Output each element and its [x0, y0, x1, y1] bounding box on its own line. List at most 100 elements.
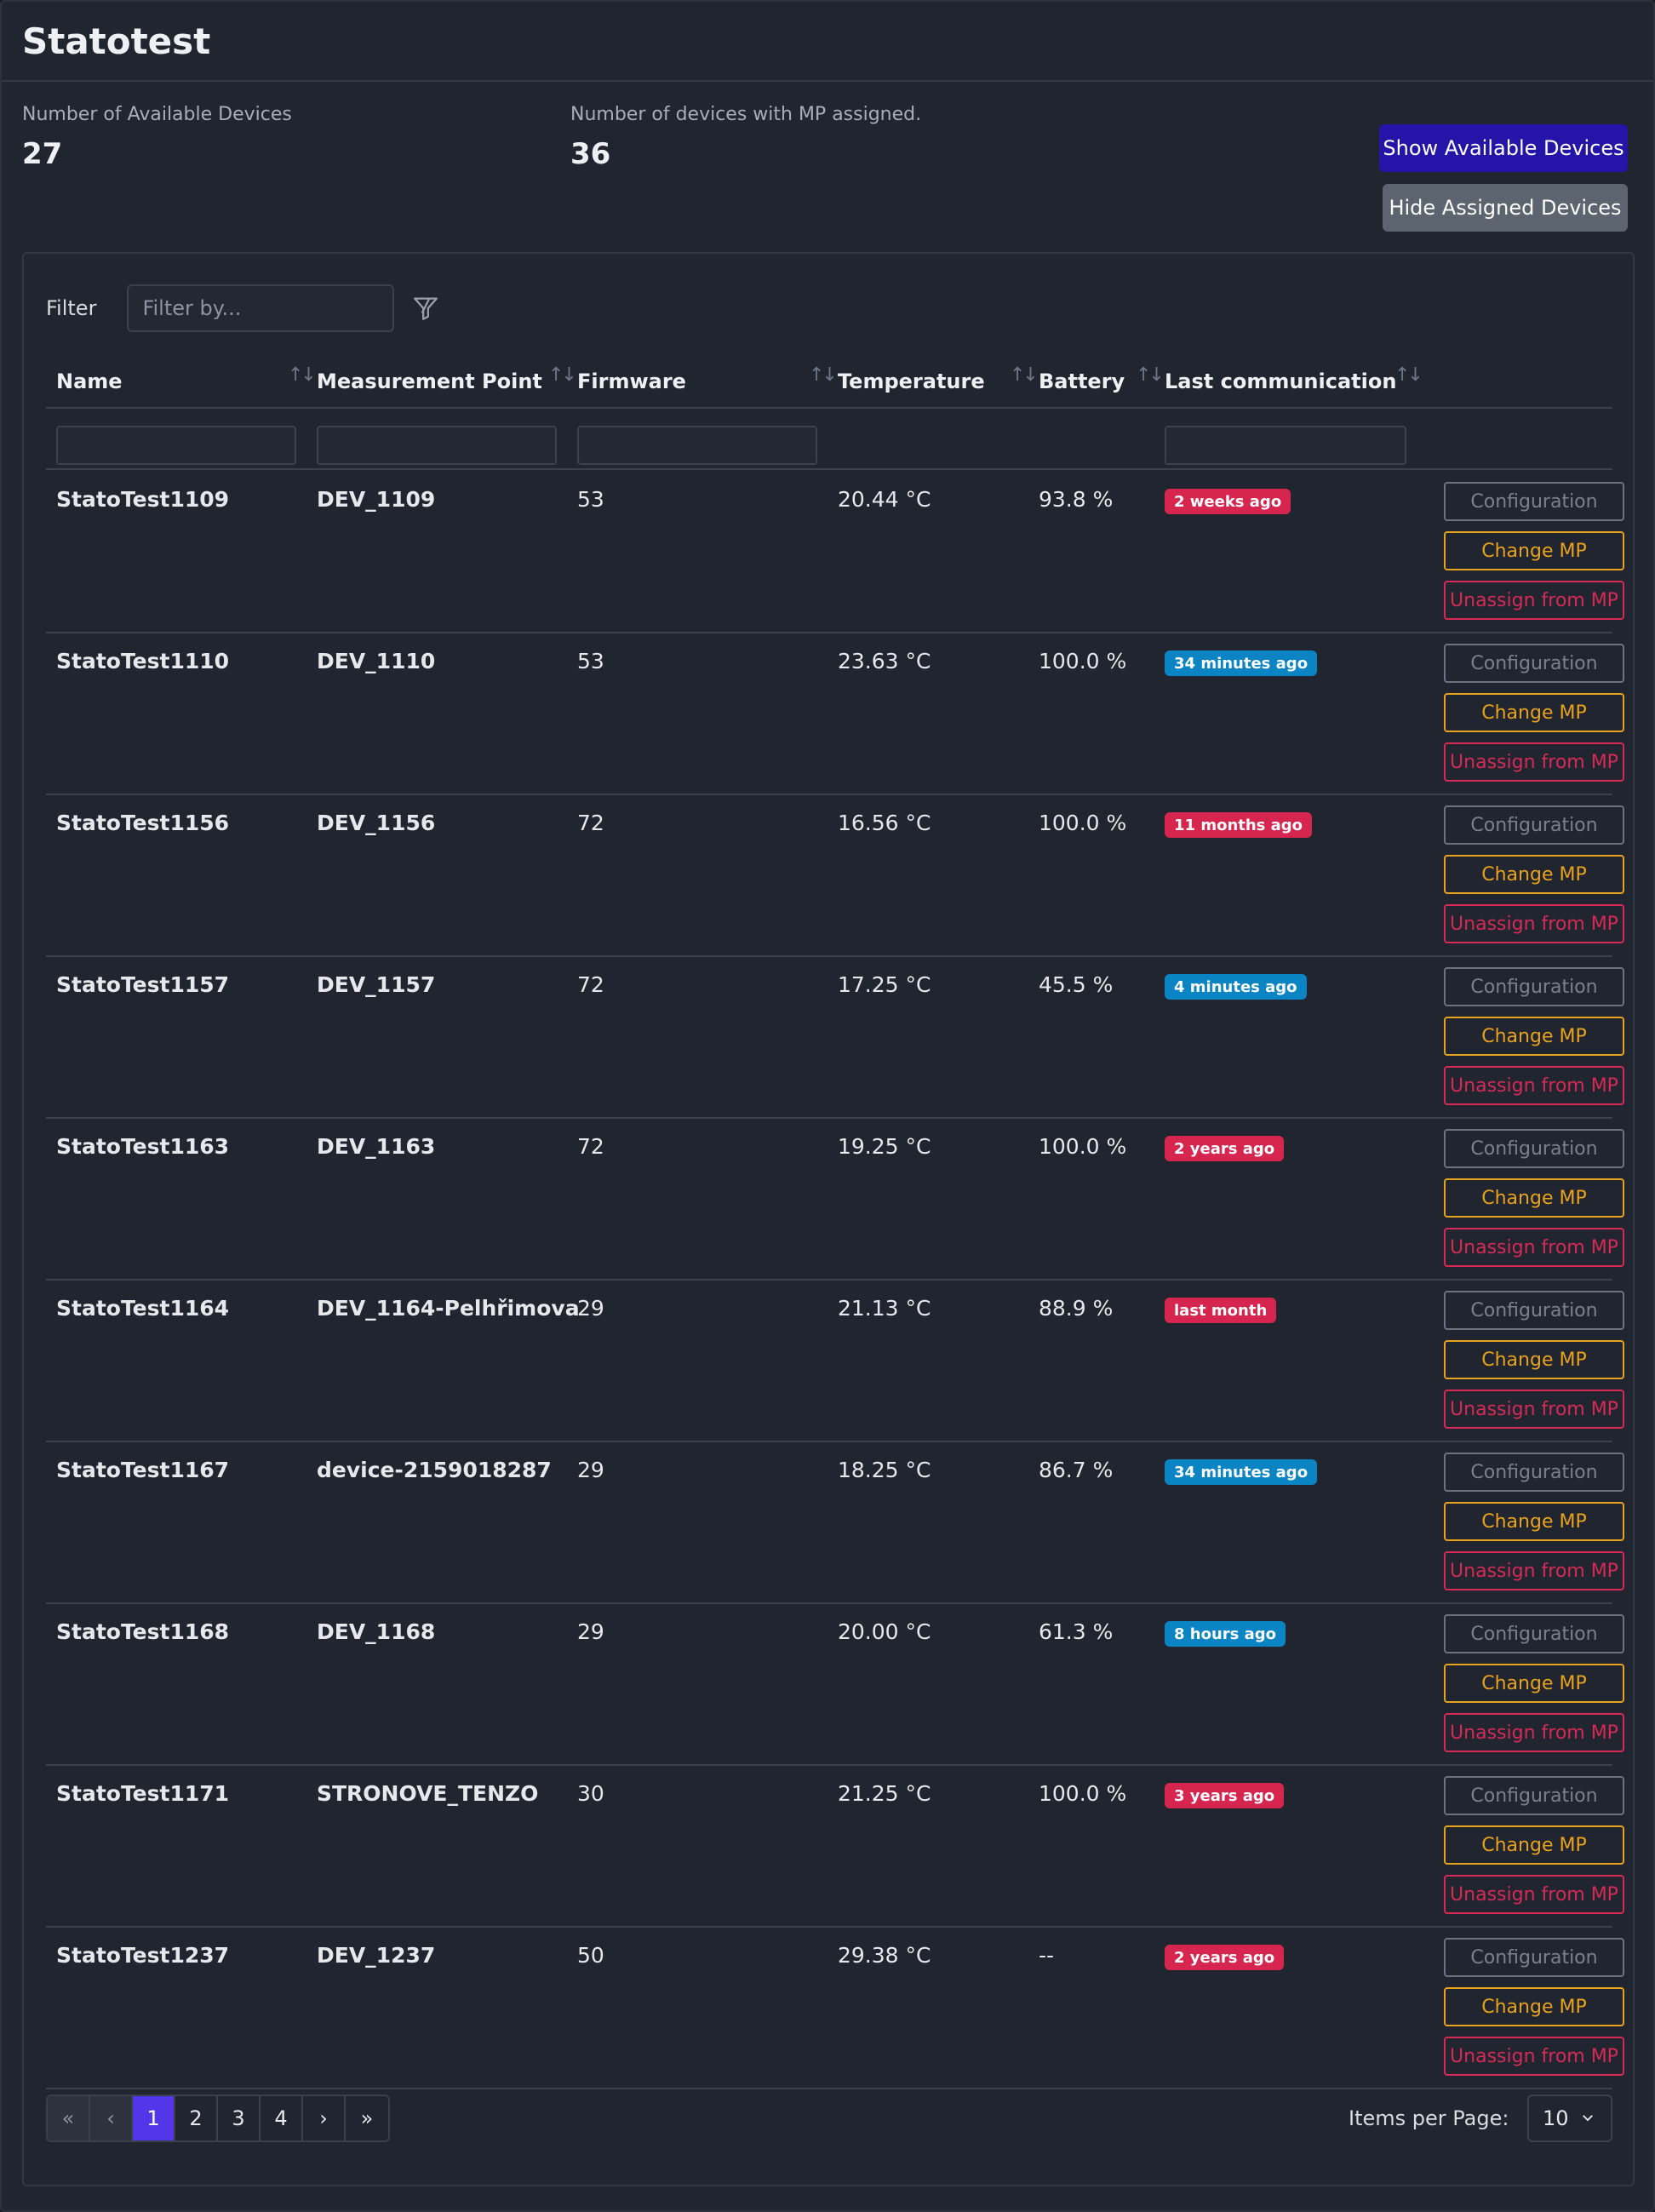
change-mp-button[interactable]: Change MP	[1444, 1825, 1624, 1865]
table-row: StatoTest1109 DEV_1109 53 20.44 °C 93.8 …	[46, 472, 1624, 633]
last-communication-badge: 2 years ago	[1165, 1945, 1285, 1970]
last-communication-badge: 2 weeks ago	[1165, 489, 1291, 514]
filter-bar: Filter	[46, 284, 440, 332]
table-row: StatoTest1163 DEV_1163 72 19.25 °C 100.0…	[46, 1119, 1624, 1281]
unassign-from-mp-button[interactable]: Unassign from MP	[1444, 1228, 1624, 1267]
page-button-3[interactable]: 3	[218, 2096, 261, 2140]
sort-icon[interactable]: ↑↓	[288, 364, 317, 386]
sort-icon[interactable]: ↑↓	[1136, 364, 1165, 386]
column-header-name[interactable]: Name	[56, 354, 123, 409]
app-window: Statotest Number of Available Devices 27…	[0, 0, 1655, 2212]
change-mp-button[interactable]: Change MP	[1444, 855, 1624, 894]
measurement-point-column-filter[interactable]	[317, 426, 557, 465]
firmware-version: 29	[577, 1619, 604, 1644]
last-page-button[interactable]: »	[346, 2096, 388, 2140]
hide-assigned-devices-button[interactable]: Hide Assigned Devices	[1383, 184, 1628, 232]
sort-icon[interactable]: ↑↓	[548, 364, 577, 386]
unassign-from-mp-button[interactable]: Unassign from MP	[1444, 2037, 1624, 2076]
configuration-button[interactable]: Configuration	[1444, 1453, 1624, 1492]
sort-icon[interactable]: ↑↓	[809, 364, 838, 386]
first-page-button[interactable]: «	[48, 2096, 90, 2140]
page-button-4[interactable]: 4	[261, 2096, 303, 2140]
unassign-from-mp-button[interactable]: Unassign from MP	[1444, 1875, 1624, 1914]
battery-value: 93.8 %	[1039, 487, 1114, 512]
last-communication-column-filter[interactable]	[1165, 426, 1406, 465]
page-title: Statotest	[22, 20, 211, 62]
battery-value: 45.5 %	[1039, 972, 1114, 997]
configuration-button[interactable]: Configuration	[1444, 1129, 1624, 1168]
configuration-button[interactable]: Configuration	[1444, 805, 1624, 845]
column-header-firmware[interactable]: Firmware	[577, 354, 686, 409]
name-column-filter[interactable]	[56, 426, 296, 465]
device-name: StatoTest1109	[56, 487, 230, 512]
device-name: StatoTest1167	[56, 1458, 230, 1482]
battery-value: 86.7 %	[1039, 1458, 1114, 1482]
unassign-from-mp-button[interactable]: Unassign from MP	[1444, 1713, 1624, 1752]
title-bar: Statotest	[2, 2, 1653, 82]
configuration-button[interactable]: Configuration	[1444, 1938, 1624, 1977]
column-header-last-communication[interactable]: Last communication	[1165, 354, 1396, 409]
unassign-from-mp-button[interactable]: Unassign from MP	[1444, 1551, 1624, 1590]
last-communication-badge: 3 years ago	[1165, 1783, 1285, 1808]
unassign-from-mp-button[interactable]: Unassign from MP	[1444, 1390, 1624, 1429]
temperature-value: 23.63 °C	[838, 649, 931, 673]
configuration-button[interactable]: Configuration	[1444, 1776, 1624, 1815]
column-label: Measurement Point	[317, 370, 542, 393]
table-row: StatoTest1164 DEV_1164-Pelhřimova 29 21.…	[46, 1281, 1624, 1442]
configuration-button[interactable]: Configuration	[1444, 482, 1624, 521]
battery-value: 100.0 %	[1039, 811, 1127, 835]
next-page-button[interactable]: ›	[303, 2096, 346, 2140]
unassign-from-mp-button[interactable]: Unassign from MP	[1444, 581, 1624, 620]
column-label: Battery	[1039, 370, 1125, 393]
assigned-devices-stat: Number of devices with MP assigned. 36	[570, 104, 921, 171]
measurement-point: DEV_1157	[317, 972, 436, 997]
previous-page-button[interactable]: ‹	[90, 2096, 133, 2140]
available-devices-stat: Number of Available Devices 27	[22, 104, 292, 171]
device-name: StatoTest1157	[56, 972, 230, 997]
table-row: StatoTest1168 DEV_1168 29 20.00 °C 61.3 …	[46, 1604, 1624, 1766]
show-available-devices-button[interactable]: Show Available Devices	[1379, 124, 1628, 172]
sort-icon[interactable]: ↑↓	[1394, 364, 1423, 386]
configuration-button[interactable]: Configuration	[1444, 1614, 1624, 1653]
filter-input[interactable]	[127, 284, 395, 332]
change-mp-button[interactable]: Change MP	[1444, 1340, 1624, 1379]
unassign-from-mp-button[interactable]: Unassign from MP	[1444, 742, 1624, 782]
configuration-button[interactable]: Configuration	[1444, 644, 1624, 683]
devices-panel: Filter Name ↑↓ Measurement Point ↑↓ Firm…	[22, 252, 1635, 2186]
firmware-column-filter[interactable]	[577, 426, 817, 465]
change-mp-button[interactable]: Change MP	[1444, 531, 1624, 570]
change-mp-button[interactable]: Change MP	[1444, 1178, 1624, 1218]
measurement-point: DEV_1164-Pelhřimova	[317, 1296, 580, 1321]
page-button-1[interactable]: 1	[133, 2096, 175, 2140]
change-mp-button[interactable]: Change MP	[1444, 1987, 1624, 2026]
column-header-battery[interactable]: Battery	[1039, 354, 1125, 409]
column-header-measurement-point[interactable]: Measurement Point	[317, 354, 542, 409]
change-mp-button[interactable]: Change MP	[1444, 1664, 1624, 1703]
configuration-button[interactable]: Configuration	[1444, 967, 1624, 1006]
items-per-page-select[interactable]: 10	[1527, 2095, 1612, 2142]
change-mp-button[interactable]: Change MP	[1444, 1017, 1624, 1056]
available-devices-label: Number of Available Devices	[22, 104, 292, 125]
temperature-value: 21.25 °C	[838, 1781, 931, 1806]
unassign-from-mp-button[interactable]: Unassign from MP	[1444, 904, 1624, 943]
change-mp-button[interactable]: Change MP	[1444, 693, 1624, 732]
sort-icon[interactable]: ↑↓	[1010, 364, 1039, 386]
table-row: StatoTest1167 device-2159018287 29 18.25…	[46, 1442, 1624, 1604]
table-row: StatoTest1156 DEV_1156 72 16.56 °C 100.0…	[46, 795, 1624, 957]
battery-value: --	[1039, 1943, 1055, 1968]
battery-value: 100.0 %	[1039, 1781, 1127, 1806]
page-button-2[interactable]: 2	[175, 2096, 218, 2140]
change-mp-button[interactable]: Change MP	[1444, 1502, 1624, 1541]
device-name: StatoTest1168	[56, 1619, 230, 1644]
firmware-version: 72	[577, 1134, 604, 1159]
column-header-temperature[interactable]: Temperature	[838, 354, 985, 409]
items-per-page-label: Items per Page:	[1349, 2106, 1509, 2130]
battery-value: 100.0 %	[1039, 649, 1127, 673]
device-name: StatoTest1156	[56, 811, 230, 835]
configuration-button[interactable]: Configuration	[1444, 1291, 1624, 1330]
unassign-from-mp-button[interactable]: Unassign from MP	[1444, 1066, 1624, 1105]
column-label: Temperature	[838, 370, 985, 393]
battery-value: 100.0 %	[1039, 1134, 1127, 1159]
filter-icon[interactable]	[411, 294, 440, 323]
device-name: StatoTest1164	[56, 1296, 230, 1321]
